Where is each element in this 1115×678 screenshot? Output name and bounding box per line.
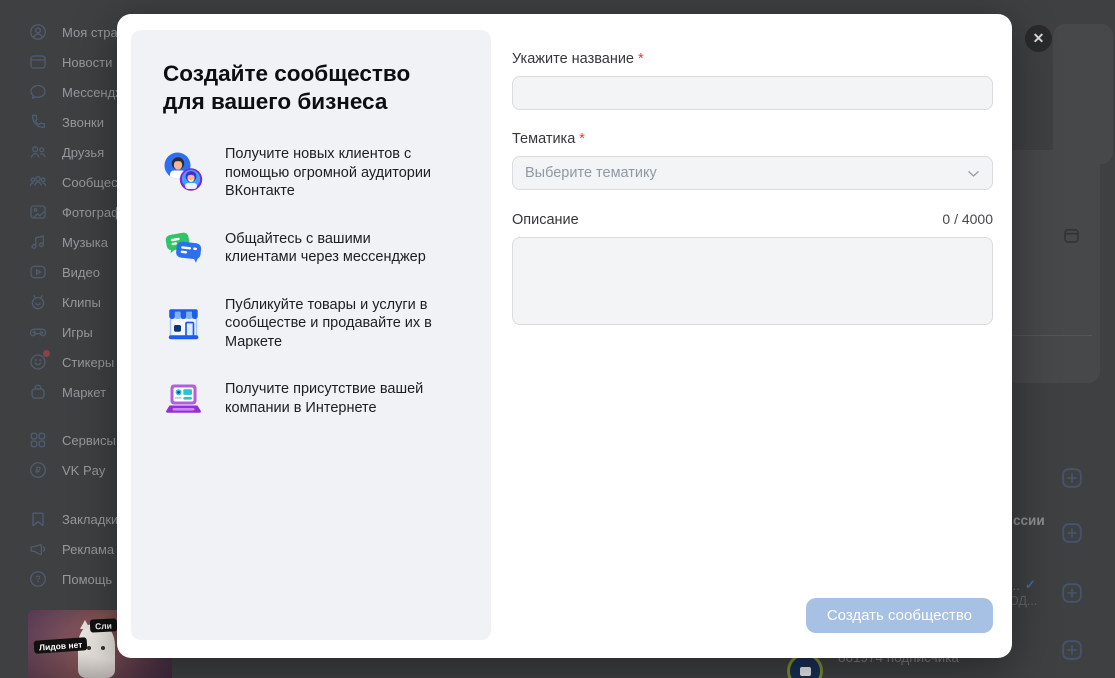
vk-pay-icon: ₽ [28, 460, 48, 480]
topic-label-text: Тематика [512, 131, 575, 147]
benefit-text: Публикуйте товары и услуги всообществе и… [225, 296, 432, 352]
benefit-text: Получите присутствие вашейкомпании в Инт… [225, 380, 423, 417]
newspaper-icon [28, 52, 48, 72]
community-row-fragment: ... ✓ [1009, 577, 1036, 593]
description-label: Описание [512, 212, 579, 228]
sticker-smile-icon [28, 352, 48, 372]
sidebar-item-label: Закладки [62, 512, 118, 527]
create-community-button[interactable]: Создать сообщество [806, 598, 993, 633]
verified-check-icon: ✓ [1025, 577, 1036, 593]
sidebar-item-label: Сервисы [62, 433, 116, 448]
close-icon[interactable]: ✕ [1025, 25, 1052, 52]
sidebar-item-label: Стикеры [62, 355, 114, 370]
required-asterisk: * [638, 51, 644, 67]
follow-plus-button[interactable] [1060, 521, 1084, 545]
user-circle-icon [28, 22, 48, 42]
svg-text:?: ? [35, 574, 40, 584]
sidebar-item-label: VK Pay [62, 463, 105, 478]
divider [1005, 335, 1092, 336]
benefits-list: Получите новых клиентов спомощью огромно… [163, 145, 461, 419]
benefit-item: Общайтесь с вашимиклиентами через мессен… [163, 228, 461, 269]
question-circle-icon: ? [28, 569, 48, 589]
community-name-input[interactable] [512, 76, 993, 110]
promo-title: Создайте сообществодля вашего бизнеса [163, 60, 461, 116]
phone-icon [28, 112, 48, 132]
promo-panel: Создайте сообществодля вашего бизнеса По… [131, 30, 491, 640]
create-community-modal: Создайте сообществодля вашего бизнеса По… [117, 14, 1012, 658]
benefit-text: Получите новых клиентов спомощью огромно… [225, 145, 431, 201]
benefit-item: Получите новых клиентов спомощью огромно… [163, 145, 461, 201]
audience-avatars-icon [163, 152, 204, 193]
background-card [1053, 24, 1113, 164]
sidebar-item-label: Новости [62, 55, 112, 70]
follow-plus-button[interactable] [1060, 466, 1084, 490]
shopping-bag-icon [28, 382, 48, 402]
photo-icon [28, 202, 48, 222]
name-label-text: Укажите название [512, 51, 634, 67]
sidebar-item-label: Музыка [62, 235, 108, 250]
topic-placeholder: Выберите тематику [525, 165, 657, 181]
calendar-icon [1061, 225, 1082, 246]
music-note-icon [28, 232, 48, 252]
follow-plus-button[interactable] [1060, 581, 1084, 605]
sidebar-item-label: Звонки [62, 115, 104, 130]
notification-dot [43, 350, 50, 357]
name-label: Укажите название * [512, 51, 993, 67]
description-label-text: Описание [512, 212, 579, 228]
megaphone-icon [28, 539, 48, 559]
follow-plus-button[interactable] [1060, 638, 1084, 662]
sidebar-item-label: Видео [62, 265, 100, 280]
storefront-icon [163, 303, 204, 344]
benefit-item: Публикуйте товары и услуги всообществе и… [163, 296, 461, 352]
sidebar-item-label: Маркет [62, 385, 106, 400]
users-group-icon [28, 172, 48, 192]
description-textarea[interactable] [512, 237, 993, 325]
topic-select[interactable]: Выберите тематику [512, 156, 993, 190]
sidebar-item-label: Помощь [62, 572, 112, 587]
messenger-bubbles-icon [163, 228, 204, 269]
services-grid-icon [28, 430, 48, 450]
topic-label: Тематика * [512, 131, 993, 147]
description-label-row: Описание 0 / 4000 [512, 211, 993, 228]
vk-page-overlay: Моя страницаНовостиМессенджерЗвонкиДрузь… [0, 0, 1115, 678]
community-subtitle-fragment: ОД... [1009, 594, 1037, 608]
sidebar-item-label: Игры [62, 325, 93, 340]
sidebar-item-label: Друзья [62, 145, 104, 160]
benefit-text: Общайтесь с вашимиклиентами через мессен… [225, 230, 426, 267]
sidebar-item-label: Реклама [62, 542, 114, 557]
background-card [1005, 150, 1100, 383]
char-counter: 0 / 4000 [942, 211, 993, 227]
video-player-icon [28, 262, 48, 282]
clips-icon [28, 292, 48, 312]
promo-title-line: для вашего бизнеса [163, 88, 461, 116]
bookmark-icon [28, 509, 48, 529]
chevron-down-icon [965, 165, 982, 182]
meme-caption-top: Сли [90, 618, 117, 632]
benefit-item: Получите присутствие вашейкомпании в Инт… [163, 378, 461, 419]
required-asterisk: * [579, 131, 585, 147]
gamepad-icon [28, 322, 48, 342]
chat-bubble-icon [28, 82, 48, 102]
meme-caption-main: Лидов нет [34, 637, 88, 654]
create-community-form: Укажите название * Тематика * Выберите т… [512, 14, 993, 633]
laptop-website-icon [163, 378, 204, 419]
two-users-icon [28, 142, 48, 162]
promo-title-line: Создайте сообщество [163, 60, 461, 88]
sidebar-item-label: Клипы [62, 295, 101, 310]
community-name-fragment: ссии [1013, 513, 1045, 528]
svg-text:₽: ₽ [35, 465, 40, 475]
